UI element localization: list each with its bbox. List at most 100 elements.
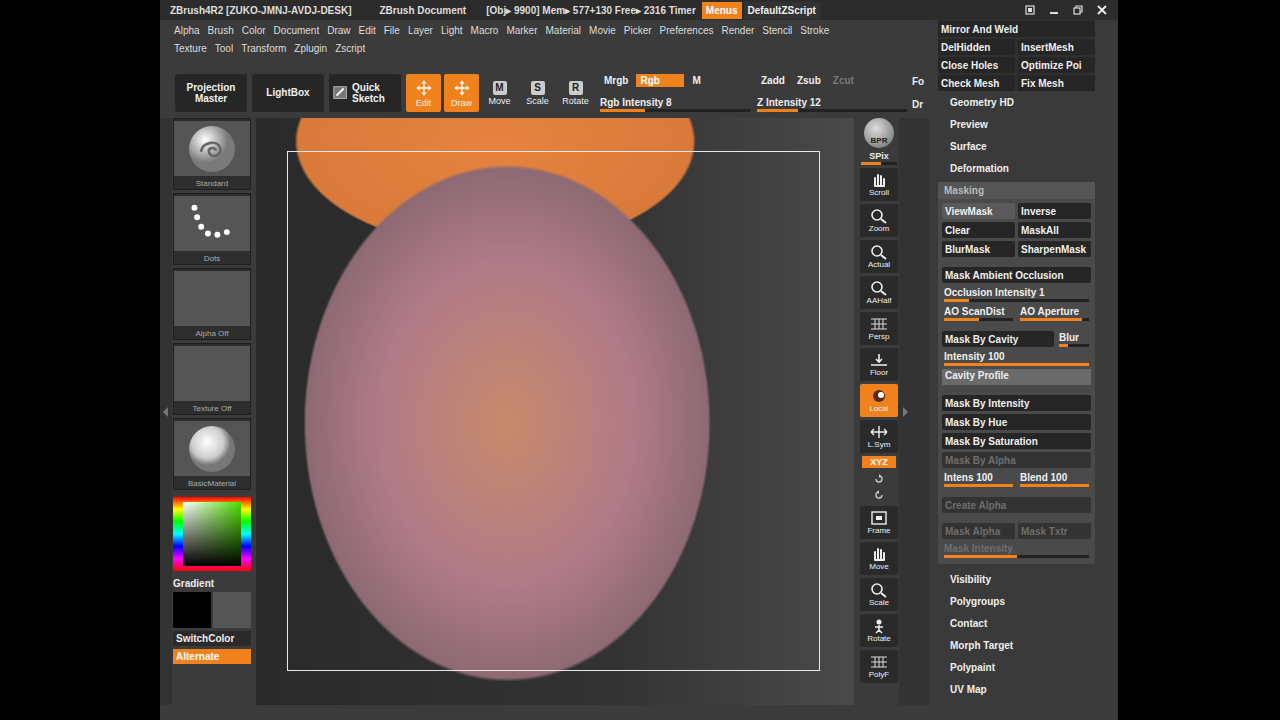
channel-toggle[interactable]: M: [688, 74, 716, 87]
menu-item[interactable]: Material: [546, 25, 582, 36]
mode-button[interactable]: Edit: [406, 74, 441, 112]
spix-slider[interactable]: SPix: [861, 151, 897, 165]
geometry-button[interactable]: InsertMesh: [1018, 39, 1095, 55]
tray-section[interactable]: Visibility: [938, 568, 1118, 590]
shelf-button[interactable]: Scale: [860, 578, 898, 611]
mask-button[interactable]: Mask Alpha: [942, 523, 1015, 539]
geometry-button[interactable]: Check Mesh: [938, 75, 1015, 91]
main-color-swatch[interactable]: [173, 592, 211, 628]
menu-item[interactable]: Movie: [589, 25, 616, 36]
mask-by-cavity-button[interactable]: Mask By Cavity: [942, 331, 1054, 347]
quick-sketch-button[interactable]: Quick Sketch: [329, 74, 401, 112]
restore-icon[interactable]: [1072, 4, 1084, 16]
shelf-button[interactable]: Floor: [860, 348, 898, 381]
big-button[interactable]: Projection Master: [175, 74, 247, 112]
mode-button[interactable]: M Move: [482, 74, 517, 112]
switch-color-button[interactable]: SwitchColor: [173, 631, 251, 646]
mask-slider[interactable]: Intensity 100: [942, 350, 1091, 366]
masking-header[interactable]: Masking: [938, 182, 1095, 199]
mask-button[interactable]: BlurMask: [942, 241, 1015, 257]
collapse-arrow-icon[interactable]: [902, 407, 908, 417]
mask-button[interactable]: Mask By Alpha: [942, 452, 1091, 468]
tray-section[interactable]: Deformation: [938, 157, 1118, 179]
geometry-button[interactable]: Fix Mesh: [1018, 75, 1095, 91]
menu-item[interactable]: Render: [722, 25, 755, 36]
menu-item[interactable]: File: [384, 25, 400, 36]
tray-section[interactable]: UV Map: [938, 678, 1118, 700]
mask-button[interactable]: Clear: [942, 222, 1015, 238]
tray-section[interactable]: Polypaint: [938, 656, 1118, 678]
rotate-y-icon[interactable]: [873, 473, 885, 485]
left-gutter[interactable]: [160, 118, 172, 705]
mode-button[interactable]: Draw: [444, 74, 479, 112]
mask-button[interactable]: Mask Ambient Occlusion: [942, 267, 1091, 283]
alternate-button[interactable]: Alternate: [173, 649, 251, 664]
mask-button[interactable]: Mask By Saturation: [942, 433, 1091, 449]
menu-item[interactable]: Edit: [359, 25, 376, 36]
shelf-button[interactable]: Scroll: [860, 168, 898, 201]
mask-slider[interactable]: Blend 100: [1018, 471, 1091, 487]
channel-toggle[interactable]: Zadd: [757, 74, 789, 87]
mask-button[interactable]: Mask By Intensity: [942, 395, 1091, 411]
menu-item[interactable]: Document: [274, 25, 320, 36]
menu-item[interactable]: Tool: [215, 43, 233, 54]
cut-label[interactable]: Dr: [912, 99, 924, 110]
collapse-arrow-icon[interactable]: [163, 407, 169, 417]
menu-item[interactable]: Stencil: [762, 25, 792, 36]
geometry-button[interactable]: Optimize Poi: [1018, 57, 1095, 73]
menu-item[interactable]: Texture: [174, 43, 207, 54]
menu-item[interactable]: Macro: [471, 25, 499, 36]
mask-button[interactable]: Mask By Hue: [942, 414, 1091, 430]
mode-button[interactable]: S Scale: [520, 74, 555, 112]
menu-item[interactable]: Brush: [208, 25, 234, 36]
mask-button[interactable]: Create Alpha: [942, 497, 1091, 513]
channel-toggle[interactable]: Mrgb: [600, 74, 632, 87]
menu-item[interactable]: Picker: [624, 25, 652, 36]
shelf-button[interactable]: AAHalf: [860, 276, 898, 309]
rotate-z-icon[interactable]: [873, 489, 885, 501]
mask-button[interactable]: SharpenMask: [1018, 241, 1091, 257]
minimize-icon[interactable]: [1048, 4, 1060, 16]
shelf-button[interactable]: PolyF: [860, 650, 898, 683]
geometry-button[interactable]: DelHidden: [938, 39, 1015, 55]
shelf-button[interactable]: Move: [860, 542, 898, 575]
geometry-button[interactable]: Mirror And Weld: [938, 21, 1095, 37]
menu-item[interactable]: Stroke: [800, 25, 829, 36]
mask-button[interactable]: ViewMask: [942, 203, 1015, 219]
channel-toggle[interactable]: Rgb: [636, 74, 684, 87]
secondary-color-swatch[interactable]: [213, 592, 251, 628]
menu-item[interactable]: Zscript: [335, 43, 365, 54]
right-gutter[interactable]: [899, 118, 929, 705]
thumbnail-button[interactable]: Texture Off: [173, 343, 251, 415]
tray-section[interactable]: Contact: [938, 612, 1118, 634]
intensity-slider[interactable]: Z Intensity 12: [757, 97, 907, 112]
menu-item[interactable]: Light: [441, 25, 463, 36]
mask-slider[interactable]: Occlusion Intensity 1: [942, 286, 1091, 302]
tray-section[interactable]: Morph Target: [938, 634, 1118, 656]
tray-section[interactable]: Surface: [938, 135, 1118, 157]
xyz-toggle[interactable]: XYZ: [862, 456, 896, 468]
shelf-button[interactable]: Frame: [860, 506, 898, 539]
menu-item[interactable]: Alpha: [174, 25, 200, 36]
thumbnail-button[interactable]: Dots: [173, 193, 251, 265]
big-button[interactable]: LightBox: [252, 74, 324, 112]
canvas-3d-render[interactable]: [256, 118, 854, 705]
gradient-label[interactable]: Gradient: [173, 578, 251, 589]
shelf-button[interactable]: Persp: [860, 312, 898, 345]
channel-toggle[interactable]: Zsub: [793, 74, 825, 87]
bpr-button[interactable]: BPR: [864, 118, 894, 148]
mask-button[interactable]: Mask Txtr: [1018, 523, 1091, 539]
cavity-profile-curve[interactable]: Cavity Profile: [942, 369, 1091, 385]
shelf-button[interactable]: Local: [860, 384, 898, 417]
mask-slider[interactable]: Mask Intensity: [942, 542, 1091, 558]
geometry-button[interactable]: Close Holes: [938, 57, 1015, 73]
shelf-button[interactable]: Actual: [860, 240, 898, 273]
mask-button[interactable]: Inverse: [1018, 203, 1091, 219]
menus-button[interactable]: Menus: [702, 2, 742, 19]
menu-item[interactable]: Draw: [327, 25, 350, 36]
thumbnail-button[interactable]: BasicMaterial: [173, 418, 251, 490]
menu-item[interactable]: Preferences: [660, 25, 714, 36]
color-picker[interactable]: [173, 497, 251, 571]
shelf-button[interactable]: L.Sym: [860, 420, 898, 453]
tray-section[interactable]: Geometry HD: [938, 91, 1118, 113]
